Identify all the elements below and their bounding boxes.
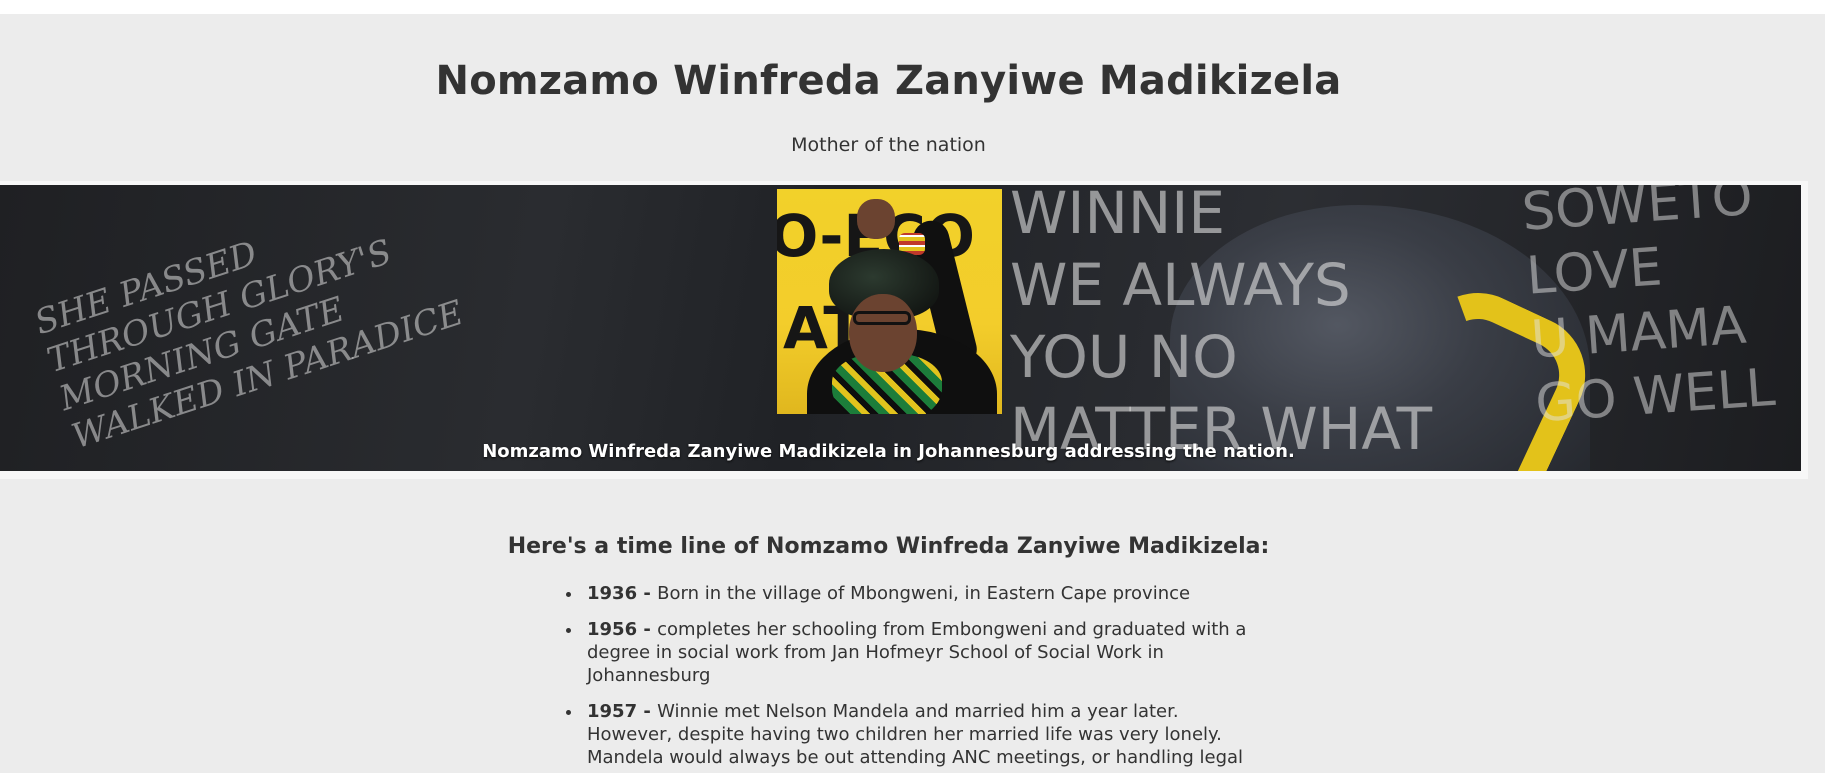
banner: SHE PASSED THROUGH GLORY'S MORNING GATE … [0,181,1808,479]
timeline-separator: - [637,701,658,722]
timeline-item: 1957 - Winnie met Nelson Mandela and mar… [583,700,1263,769]
timeline-item: 1936 - Born in the village of Mbongweni,… [583,582,1263,605]
timeline-text: Winnie met Nelson Mandela and married hi… [587,701,1244,768]
banner-chalkboard-image: SHE PASSED THROUGH GLORY'S MORNING GATE … [0,185,1801,471]
face [849,294,917,372]
banner-caption: Nomzamo Winfreda Zanyiwe Madikizela in J… [482,441,1295,462]
timeline-text: completes her schooling from Embongweni … [587,619,1247,686]
glasses [853,311,911,325]
chalk-text-right: WINNIE WE ALWAYS YOU NO MATTER WHAT [1010,185,1433,463]
chalk-text-left: SHE PASSED THROUGH GLORY'S MORNING GATE … [30,232,469,458]
page-subtitle: Mother of the nation [791,134,986,156]
timeline-text: Born in the village of Mbongweni, in Eas… [657,583,1191,604]
timeline-year: 1956 [587,619,638,640]
raised-fist [857,199,895,239]
timeline-list: 1936 - Born in the village of Mbongweni,… [565,582,1263,773]
page-title: Nomzamo Winfreda Zanyiwe Madikizela [435,58,1342,104]
timeline-separator: - [637,619,658,640]
timeline-year: 1957 [587,701,638,722]
chalk-text-far-right: SOWETO LOVE U MAMA GO WELL [1520,185,1778,435]
chalk-writing-left: SHE PASSED THROUGH GLORY'S MORNING GATE … [30,185,468,457]
page-container: Nomzamo Winfreda Zanyiwe Madikizela Moth… [0,14,1825,773]
chalk-writing-right: WINNIE WE ALWAYS YOU NO MATTER WHAT [1010,185,1432,465]
timeline-item: 1956 - completes her schooling from Embo… [583,618,1263,687]
timeline-separator: - [637,583,658,604]
portrait-photo: O-ECO AT [777,189,1002,414]
timeline-heading: Here's a time line of Nomzamo Winfreda Z… [507,534,1270,559]
chalk-writing-far-right: SOWETO LOVE U MAMA GO WELL [1520,185,1777,436]
timeline-year: 1936 [587,583,638,604]
